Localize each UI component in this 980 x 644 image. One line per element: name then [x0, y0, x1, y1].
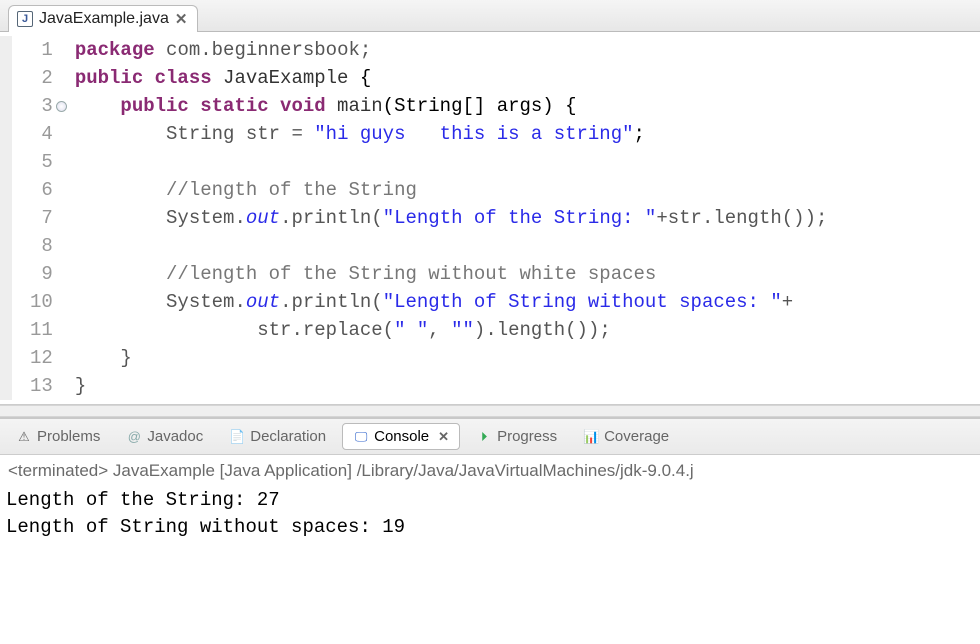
console-output[interactable]: Length of the String: 27 Length of Strin…: [6, 487, 974, 541]
javadoc-icon: @: [126, 429, 142, 445]
line-number: 13: [30, 372, 53, 400]
line-number: 4: [30, 120, 53, 148]
close-icon[interactable]: ✕: [438, 429, 449, 445]
code-editor[interactable]: 12345678910111213 package com.beginnersb…: [0, 32, 980, 404]
tab-javadoc[interactable]: @ Javadoc: [116, 424, 213, 449]
line-number: 1: [30, 36, 53, 64]
console-icon: 🖵: [353, 429, 369, 445]
declaration-icon: 📄: [229, 429, 245, 445]
editor-tab-file[interactable]: J JavaExample.java ✕: [8, 5, 198, 32]
tab-label: Coverage: [604, 428, 669, 445]
code-line[interactable]: System.out.println("Length of String wit…: [75, 288, 828, 316]
line-number: 11: [30, 316, 53, 344]
marker-bar: [0, 36, 12, 400]
code-line[interactable]: //length of the String without white spa…: [75, 260, 828, 288]
code-line[interactable]: package com.beginnersbook;: [75, 36, 828, 64]
tab-progress[interactable]: ⏵ Progress: [466, 424, 567, 449]
tab-coverage[interactable]: 📊 Coverage: [573, 424, 679, 449]
java-file-icon: J: [17, 11, 33, 27]
line-number: 3: [30, 92, 53, 120]
code-line[interactable]: [75, 148, 828, 176]
tab-label: Javadoc: [147, 428, 203, 445]
progress-icon: ⏵: [476, 429, 492, 445]
bottom-tabs: ⚠ Problems @ Javadoc 📄 Declaration 🖵 Con…: [0, 419, 980, 455]
tab-label: Progress: [497, 428, 557, 445]
editor-tab-filename: JavaExample.java: [39, 10, 169, 28]
code-line[interactable]: public static void main(String[] args) {: [75, 92, 828, 120]
code-line[interactable]: //length of the String: [75, 176, 828, 204]
code-line[interactable]: }: [75, 372, 828, 400]
coverage-icon: 📊: [583, 429, 599, 445]
tab-label: Console: [374, 428, 429, 445]
tab-problems[interactable]: ⚠ Problems: [6, 424, 110, 449]
code-line[interactable]: public class JavaExample {: [75, 64, 828, 92]
bottom-panel: ⚠ Problems @ Javadoc 📄 Declaration 🖵 Con…: [0, 417, 980, 545]
fold-toggle-icon[interactable]: [56, 101, 67, 112]
tab-console[interactable]: 🖵 Console ✕: [342, 423, 460, 450]
code-line[interactable]: System.out.println("Length of the String…: [75, 204, 828, 232]
tab-declaration[interactable]: 📄 Declaration: [219, 424, 336, 449]
tab-label: Declaration: [250, 428, 326, 445]
code-line[interactable]: [75, 232, 828, 260]
code-line[interactable]: }: [75, 344, 828, 372]
editor-tabs: J JavaExample.java ✕: [0, 0, 980, 32]
sash[interactable]: [0, 405, 980, 417]
code-line[interactable]: str.replace(" ", "").length());: [75, 316, 828, 344]
line-number: 9: [30, 260, 53, 288]
line-number: 12: [30, 344, 53, 372]
line-number: 5: [30, 148, 53, 176]
line-number: 2: [30, 64, 53, 92]
code-content[interactable]: package com.beginnersbook;public class J…: [65, 36, 828, 400]
close-icon[interactable]: ✕: [175, 10, 188, 28]
line-number-gutter: 12345678910111213: [12, 36, 65, 400]
console-status-line: <terminated> JavaExample [Java Applicati…: [6, 459, 974, 487]
line-number: 8: [30, 232, 53, 260]
console-body: <terminated> JavaExample [Java Applicati…: [0, 455, 980, 545]
line-number: 7: [30, 204, 53, 232]
code-line[interactable]: String str = "hi guys this is a string";: [75, 120, 828, 148]
editor-area: J JavaExample.java ✕ 12345678910111213 p…: [0, 0, 980, 405]
tab-label: Problems: [37, 428, 100, 445]
line-number: 10: [30, 288, 53, 316]
problems-icon: ⚠: [16, 429, 32, 445]
line-number: 6: [30, 176, 53, 204]
